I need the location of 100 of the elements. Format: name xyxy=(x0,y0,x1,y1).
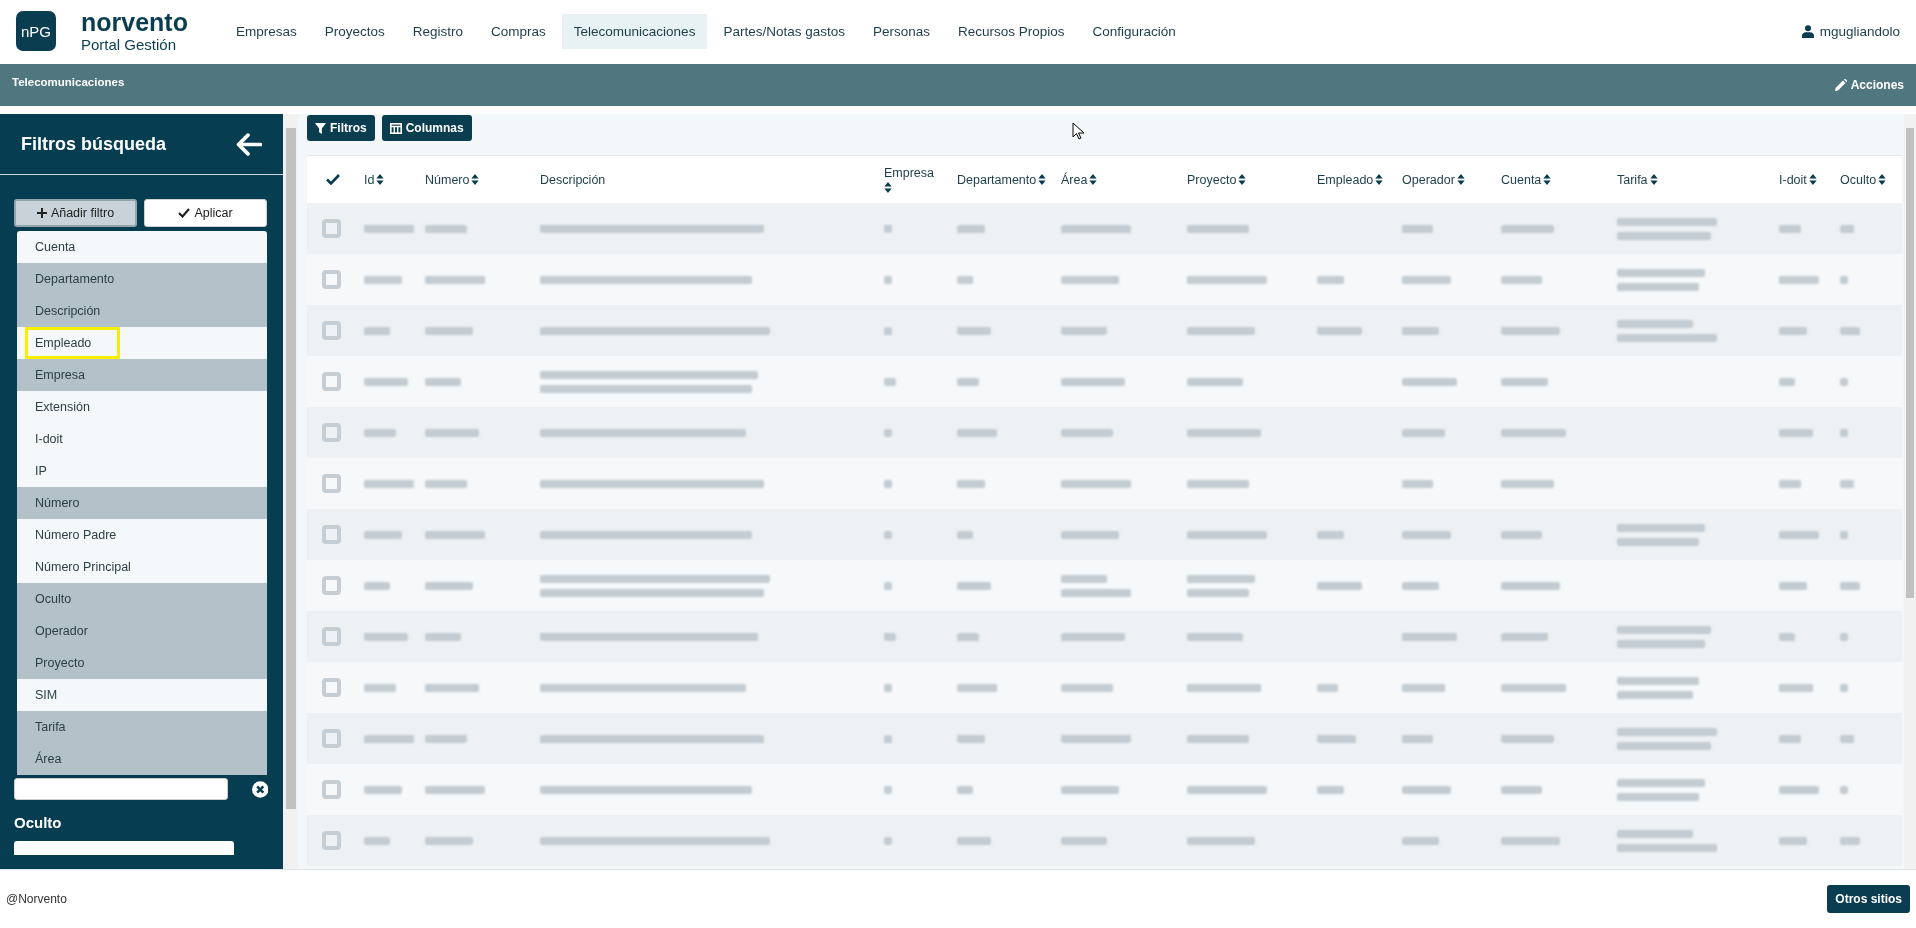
column-header[interactable]: Área xyxy=(1061,172,1088,187)
blurred-text xyxy=(884,836,892,845)
sidebar-title: Filtros búsqueda xyxy=(21,133,166,155)
sort-icon[interactable] xyxy=(1089,174,1098,185)
dropdown-item[interactable]: IP xyxy=(17,455,267,487)
blurred-text xyxy=(425,479,467,488)
dropdown-item[interactable]: Oculto xyxy=(17,583,267,615)
scrollbar[interactable] xyxy=(1904,114,1916,869)
filter-input[interactable] xyxy=(14,778,228,800)
row-checkbox[interactable] xyxy=(322,627,341,646)
page-title: Telecomunicaciones xyxy=(12,76,125,88)
clear-icon[interactable] xyxy=(251,780,268,798)
blurred-text xyxy=(1402,275,1451,284)
sort-icon[interactable] xyxy=(1238,174,1247,185)
dropdown-item[interactable]: Extensión xyxy=(17,391,267,423)
blurred-text xyxy=(1187,326,1255,335)
dropdown-item[interactable]: Empresa xyxy=(17,359,267,391)
blurred-text xyxy=(1317,785,1344,794)
back-arrow-icon[interactable] xyxy=(236,132,262,156)
blurred-text xyxy=(364,326,390,335)
blurred-text xyxy=(1840,326,1860,335)
column-header[interactable]: Número xyxy=(425,172,470,187)
column-header[interactable]: Operador xyxy=(1402,172,1455,187)
column-header[interactable]: Tarifa xyxy=(1617,172,1648,187)
add-filter-button[interactable]: Añadir filtro xyxy=(14,199,137,227)
nav-item[interactable]: Registro xyxy=(400,13,476,49)
nav-item[interactable]: Empresas xyxy=(223,13,309,49)
sort-icon[interactable] xyxy=(1038,174,1047,185)
scrollbar[interactable] xyxy=(283,114,298,869)
blurred-text xyxy=(1779,224,1801,233)
column-header[interactable]: Empresa xyxy=(884,166,935,180)
column-header[interactable]: Oculto xyxy=(1840,172,1877,187)
filter-input[interactable] xyxy=(14,841,234,855)
column-header[interactable]: I-doit xyxy=(1779,172,1807,187)
sort-icon[interactable] xyxy=(1543,174,1552,185)
column-header[interactable]: Id xyxy=(364,172,375,187)
dropdown-item[interactable]: Descripción xyxy=(17,295,267,327)
nav-item[interactable]: Partes/Notas gastos xyxy=(711,13,857,49)
apply-button[interactable]: Aplicar xyxy=(144,199,267,227)
nav-item[interactable]: Personas xyxy=(860,13,942,49)
nav-item[interactable]: Configuración xyxy=(1080,13,1188,49)
nav-item[interactable]: Compras xyxy=(479,13,558,49)
blurred-text xyxy=(1501,377,1548,386)
dropdown-item[interactable]: Número Principal xyxy=(17,551,267,583)
blurred-text xyxy=(884,428,892,437)
columns-button[interactable]: Columnas xyxy=(381,115,472,141)
blurred-text xyxy=(884,734,892,743)
row-checkbox[interactable] xyxy=(322,831,341,850)
blurred-text xyxy=(364,836,390,845)
column-header[interactable]: Cuenta xyxy=(1501,172,1542,187)
row-checkbox[interactable] xyxy=(322,780,341,799)
sort-icon[interactable] xyxy=(1649,174,1658,185)
dropdown-item[interactable]: I-doit xyxy=(17,423,267,455)
actions-button[interactable]: Acciones xyxy=(1834,78,1904,92)
sort-icon[interactable] xyxy=(1808,174,1817,185)
row-checkbox[interactable] xyxy=(322,270,341,289)
sort-icon[interactable] xyxy=(884,182,892,193)
sort-icon[interactable] xyxy=(471,174,480,185)
blurred-text xyxy=(1061,275,1119,284)
dropdown-item[interactable]: SIM xyxy=(17,679,267,711)
nav-item[interactable]: Proyectos xyxy=(312,13,397,49)
nav-item[interactable]: Recursos Propios xyxy=(946,13,1077,49)
blurred-text xyxy=(1317,530,1344,539)
column-header[interactable]: Proyecto xyxy=(1187,172,1237,187)
row-checkbox[interactable] xyxy=(322,525,341,544)
blurred-text xyxy=(957,377,979,386)
sort-icon[interactable] xyxy=(1375,174,1384,185)
row-checkbox[interactable] xyxy=(322,219,341,238)
blurred-text xyxy=(1840,479,1854,488)
dropdown-item[interactable]: Operador xyxy=(17,615,267,647)
filters-button[interactable]: Filtros xyxy=(307,115,375,141)
dropdown-item[interactable]: Área xyxy=(17,743,267,775)
column-header[interactable]: Empleado xyxy=(1317,172,1374,187)
sort-icon[interactable] xyxy=(1456,174,1465,185)
row-checkbox[interactable] xyxy=(322,678,341,697)
dropdown-item[interactable]: Departamento xyxy=(17,263,267,295)
dropdown-item[interactable]: Cuenta xyxy=(17,231,267,263)
dropdown-item[interactable]: Número xyxy=(17,487,267,519)
row-checkbox[interactable] xyxy=(322,474,341,493)
sort-icon[interactable] xyxy=(1878,174,1887,185)
column-header[interactable]: Departamento xyxy=(957,172,1037,187)
column-header[interactable]: Descripción xyxy=(540,172,606,187)
dropdown-item[interactable]: Tarifa xyxy=(17,711,267,743)
row-checkbox[interactable] xyxy=(322,423,341,442)
nav-item[interactable]: Telecomunicaciones xyxy=(561,13,708,49)
logo-badge[interactable]: nPG xyxy=(16,11,56,51)
blurred-text xyxy=(425,683,479,692)
dropdown-item[interactable]: Proyecto xyxy=(17,647,267,679)
blurred-text xyxy=(1317,683,1338,692)
row-checkbox[interactable] xyxy=(322,729,341,748)
sort-icon[interactable] xyxy=(376,174,385,185)
blurred-text xyxy=(364,479,414,488)
row-checkbox[interactable] xyxy=(322,321,341,340)
other-sites-button[interactable]: Otros sitios xyxy=(1827,885,1910,913)
dropdown-item[interactable]: Empleado xyxy=(17,327,267,359)
select-all-icon[interactable] xyxy=(325,174,340,185)
row-checkbox[interactable] xyxy=(322,576,341,595)
user-name[interactable]: mgugliandolo xyxy=(1819,23,1900,39)
dropdown-item[interactable]: Número Padre xyxy=(17,519,267,551)
row-checkbox[interactable] xyxy=(322,372,341,391)
